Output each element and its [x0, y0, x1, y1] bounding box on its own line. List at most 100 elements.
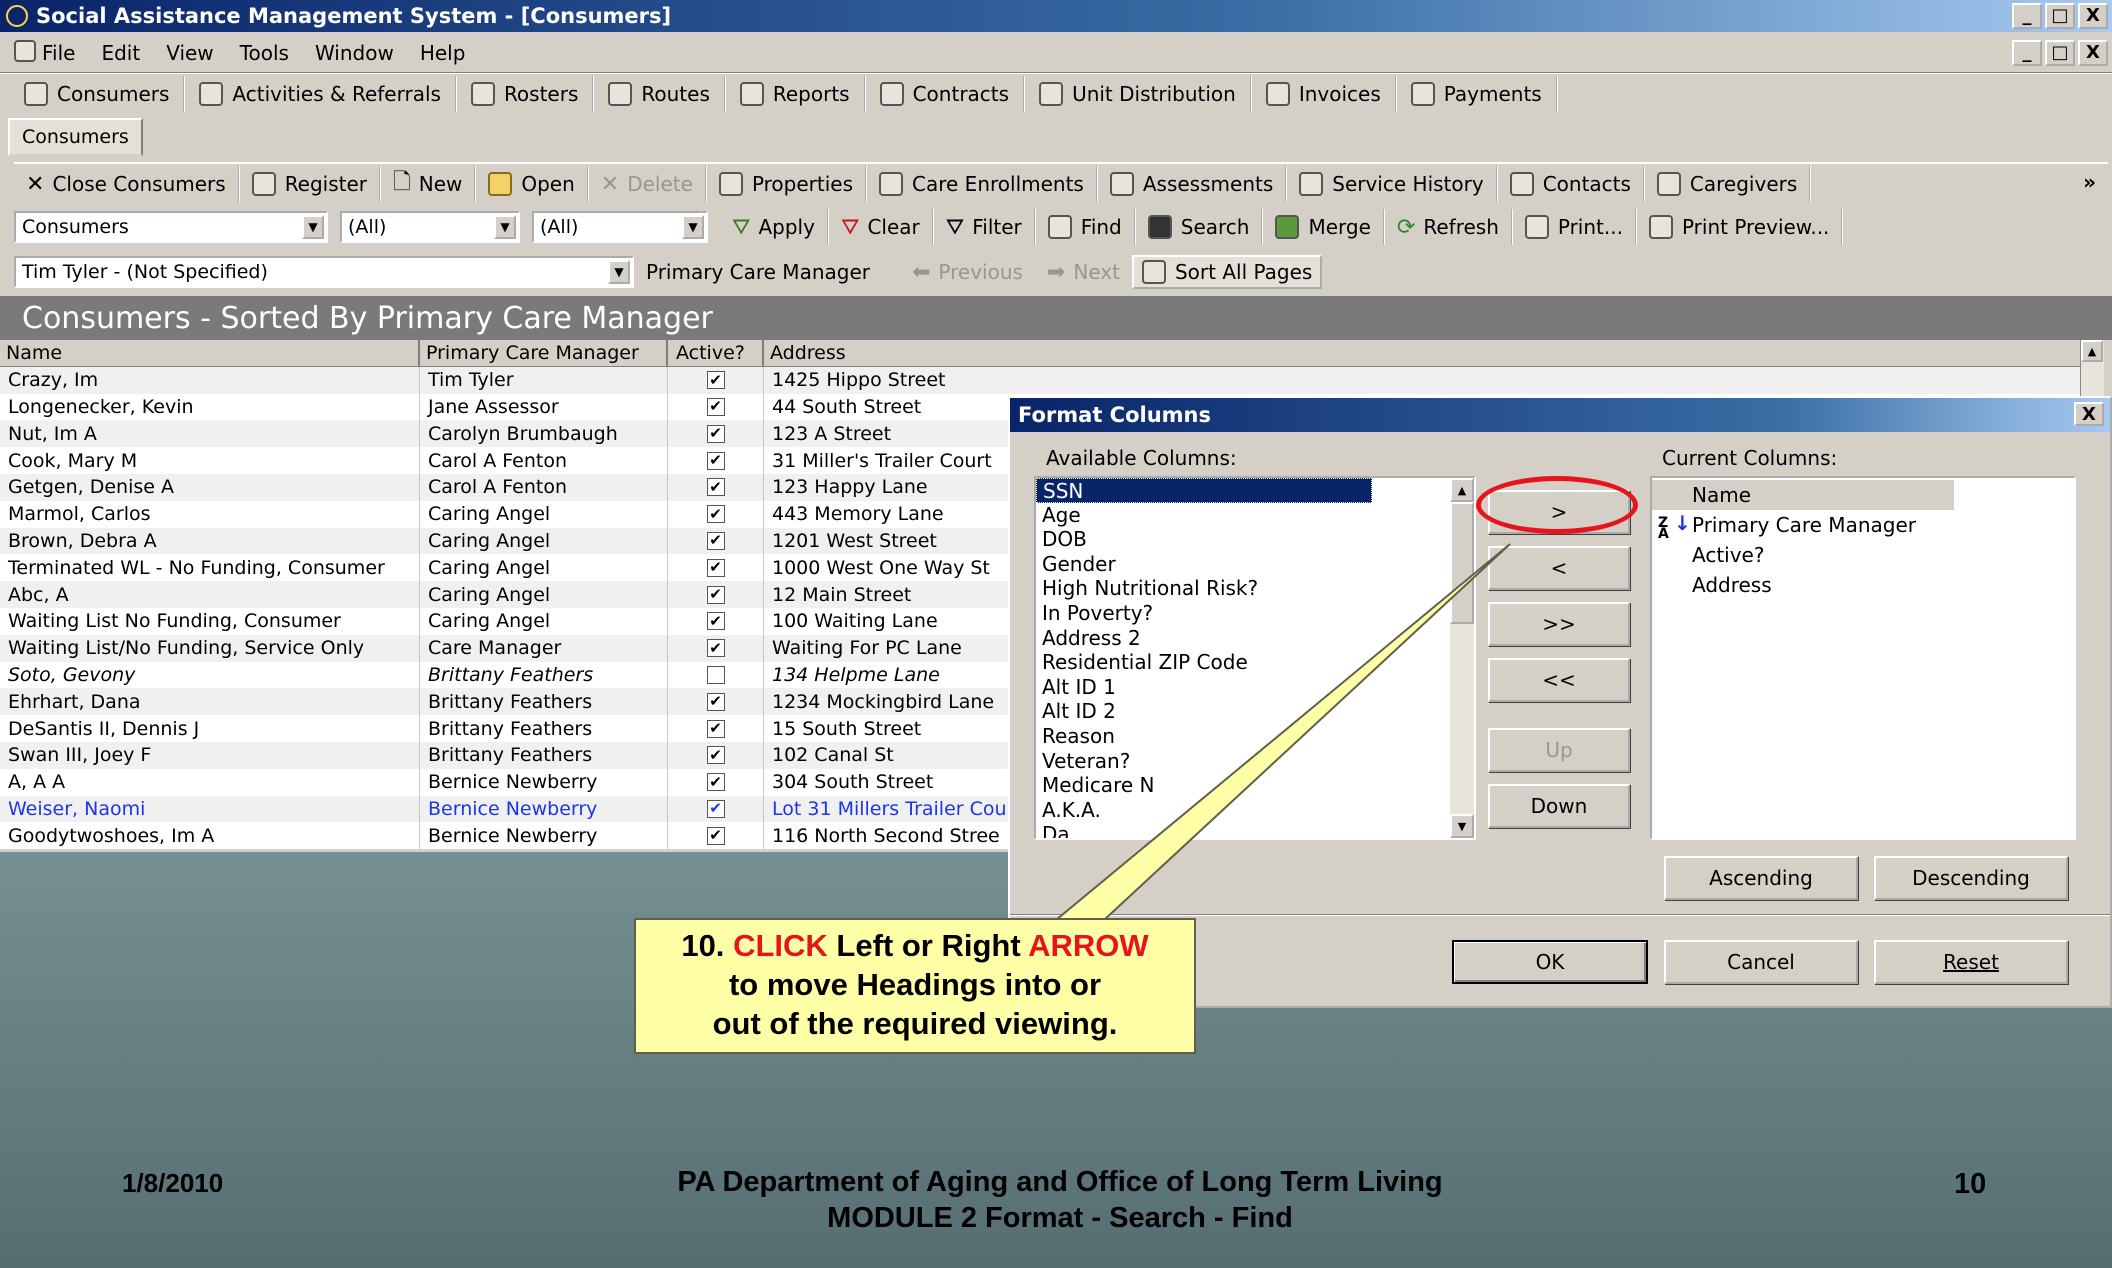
available-column-item[interactable]: Residential ZIP Code [1036, 650, 1474, 675]
search-button[interactable]: Search [1136, 209, 1264, 245]
print-button[interactable]: Print... [1513, 209, 1637, 245]
scroll-down-icon[interactable]: ▼ [1450, 814, 1474, 838]
contacts-button[interactable]: Contacts [1498, 166, 1645, 202]
menu-help[interactable]: Help [420, 41, 466, 65]
open-button[interactable]: Open [476, 166, 589, 202]
available-columns-list[interactable]: SSN Age DOB Gender High Nutritional Risk? In … [1034, 476, 1476, 840]
properties-button[interactable]: Properties [707, 166, 868, 202]
new-button[interactable]: 🗋 New [381, 166, 477, 202]
tab-consumers[interactable]: Consumers [8, 118, 143, 156]
active-checkbox[interactable]: ✔ [706, 505, 725, 524]
current-columns-list[interactable]: Name Z A ↓ Primary Care Manager Active? Ad… [1650, 476, 2076, 840]
assessments-button[interactable]: Assessments [1098, 166, 1288, 202]
doc-close-button[interactable]: X [2078, 40, 2108, 66]
available-column-item[interactable]: DOB [1036, 527, 1474, 552]
available-column-item[interactable]: Age [1036, 503, 1474, 528]
filter1-select[interactable]: (All) ▼ [340, 211, 520, 243]
active-checkbox[interactable]: ✔ [706, 424, 725, 443]
module-contracts[interactable]: Contracts [866, 76, 1026, 112]
filter2-select[interactable]: (All) ▼ [532, 211, 708, 243]
table-row[interactable]: Crazy, Im Tim Tyler ✔ 1425 Hippo Street [0, 366, 2092, 394]
active-checkbox[interactable] [706, 665, 725, 684]
active-checkbox[interactable]: ✔ [706, 639, 725, 658]
active-checkbox[interactable]: ✔ [706, 826, 725, 845]
menu-tools[interactable]: Tools [240, 41, 289, 65]
active-checkbox[interactable]: ✔ [706, 478, 725, 497]
available-column-item[interactable]: High Nutritional Risk? [1036, 576, 1474, 601]
current-column-item[interactable]: Active? [1652, 540, 2074, 570]
available-column-item[interactable]: Alt ID 2 [1036, 699, 1474, 724]
active-checkbox[interactable]: ✔ [706, 531, 725, 550]
menu-view[interactable]: View [166, 41, 213, 65]
refresh-button[interactable]: ⟳ Refresh [1385, 209, 1513, 245]
current-column-item[interactable]: Name [1652, 480, 1954, 510]
current-column-item[interactable]: Address [1652, 570, 2074, 600]
maximize-button[interactable]: □ [2045, 3, 2075, 29]
clear-button[interactable]: ⛛ Clear [829, 209, 934, 245]
active-checkbox[interactable]: ✔ [706, 558, 725, 577]
add-all-columns-button[interactable]: >> [1488, 602, 1630, 646]
close-consumers-button[interactable]: ✕ Close Consumers [14, 166, 240, 202]
module-invoices[interactable]: Invoices [1252, 76, 1397, 112]
caregivers-button[interactable]: Caregivers [1645, 166, 1812, 202]
service-history-button[interactable]: Service History [1287, 166, 1498, 202]
doc-minimize-button[interactable]: _ [2012, 40, 2042, 66]
register-button[interactable]: Register [240, 166, 382, 202]
record-select[interactable]: Tim Tyler - (Not Specified) ▼ [14, 256, 634, 288]
active-checkbox[interactable]: ✔ [706, 719, 725, 738]
current-column-item[interactable]: Z A ↓ Primary Care Manager [1652, 510, 2074, 542]
menu-file[interactable]: File [42, 41, 75, 65]
view-select[interactable]: Consumers ▼ [14, 211, 328, 243]
active-checkbox[interactable]: ✔ [706, 692, 725, 711]
scroll-thumb[interactable] [1450, 502, 1474, 624]
module-payments[interactable]: Payments [1397, 76, 1558, 112]
minimize-button[interactable]: _ [2012, 3, 2042, 29]
active-checkbox[interactable]: ✔ [706, 773, 725, 792]
module-activities[interactable]: Activities & Referrals [185, 76, 457, 112]
active-checkbox[interactable]: ✔ [706, 799, 725, 818]
toolbar-overflow-icon[interactable]: » [2083, 170, 2096, 194]
column-header-active[interactable]: Active? [668, 340, 764, 366]
module-consumers[interactable]: Consumers [10, 76, 186, 112]
apply-button[interactable]: ⛛ Apply [720, 209, 829, 245]
move-up-button[interactable]: Up [1488, 728, 1630, 772]
ok-button[interactable]: OK [1452, 940, 1648, 984]
find-button[interactable]: Find [1036, 209, 1136, 245]
available-column-item[interactable]: Da [1036, 822, 1474, 838]
active-checkbox[interactable]: ✔ [706, 612, 725, 631]
dialog-close-button[interactable]: X [2074, 402, 2104, 426]
care-enrollments-button[interactable]: Care Enrollments [867, 166, 1098, 202]
doc-restore-button[interactable]: □ [2045, 40, 2075, 66]
module-routes[interactable]: Routes [594, 76, 726, 112]
module-unit-distribution[interactable]: Unit Distribution [1025, 76, 1252, 112]
available-column-item[interactable]: Address 2 [1036, 626, 1474, 651]
reset-button[interactable]: Reset [1874, 940, 2068, 984]
remove-column-button[interactable]: < [1488, 546, 1630, 590]
menu-window[interactable]: Window [315, 41, 394, 65]
ascending-button[interactable]: Ascending [1664, 856, 1858, 900]
print-preview-button[interactable]: Print Preview... [1637, 209, 1844, 245]
active-checkbox[interactable]: ✔ [706, 397, 725, 416]
column-header-address[interactable]: Address [764, 340, 2092, 366]
available-column-item[interactable]: Gender [1036, 552, 1474, 577]
available-column-item[interactable]: In Poverty? [1036, 601, 1474, 626]
merge-button[interactable]: Merge [1263, 209, 1385, 245]
cancel-button[interactable]: Cancel [1664, 940, 1858, 984]
menu-edit[interactable]: Edit [101, 41, 140, 65]
available-column-item[interactable]: Reason [1036, 724, 1474, 749]
column-header-manager[interactable]: Primary Care Manager [420, 340, 668, 366]
active-checkbox[interactable]: ✔ [706, 371, 725, 390]
remove-all-columns-button[interactable]: << [1488, 658, 1630, 702]
active-checkbox[interactable]: ✔ [706, 746, 725, 765]
module-rosters[interactable]: Rosters [457, 76, 595, 112]
available-scrollbar[interactable]: ▲ ▼ [1450, 478, 1474, 838]
active-checkbox[interactable]: ✔ [706, 451, 725, 470]
scroll-up-icon[interactable]: ▲ [1450, 478, 1474, 502]
available-column-item[interactable]: Alt ID 1 [1036, 675, 1474, 700]
available-column-item[interactable]: Veteran? [1036, 749, 1474, 774]
scroll-up-icon[interactable]: ▲ [2081, 340, 2103, 362]
close-window-button[interactable]: X [2078, 3, 2108, 29]
column-header-name[interactable]: Name [0, 340, 420, 366]
available-column-item[interactable]: Medicare N [1036, 773, 1474, 798]
sort-all-pages-button[interactable]: Sort All Pages [1131, 255, 1323, 289]
